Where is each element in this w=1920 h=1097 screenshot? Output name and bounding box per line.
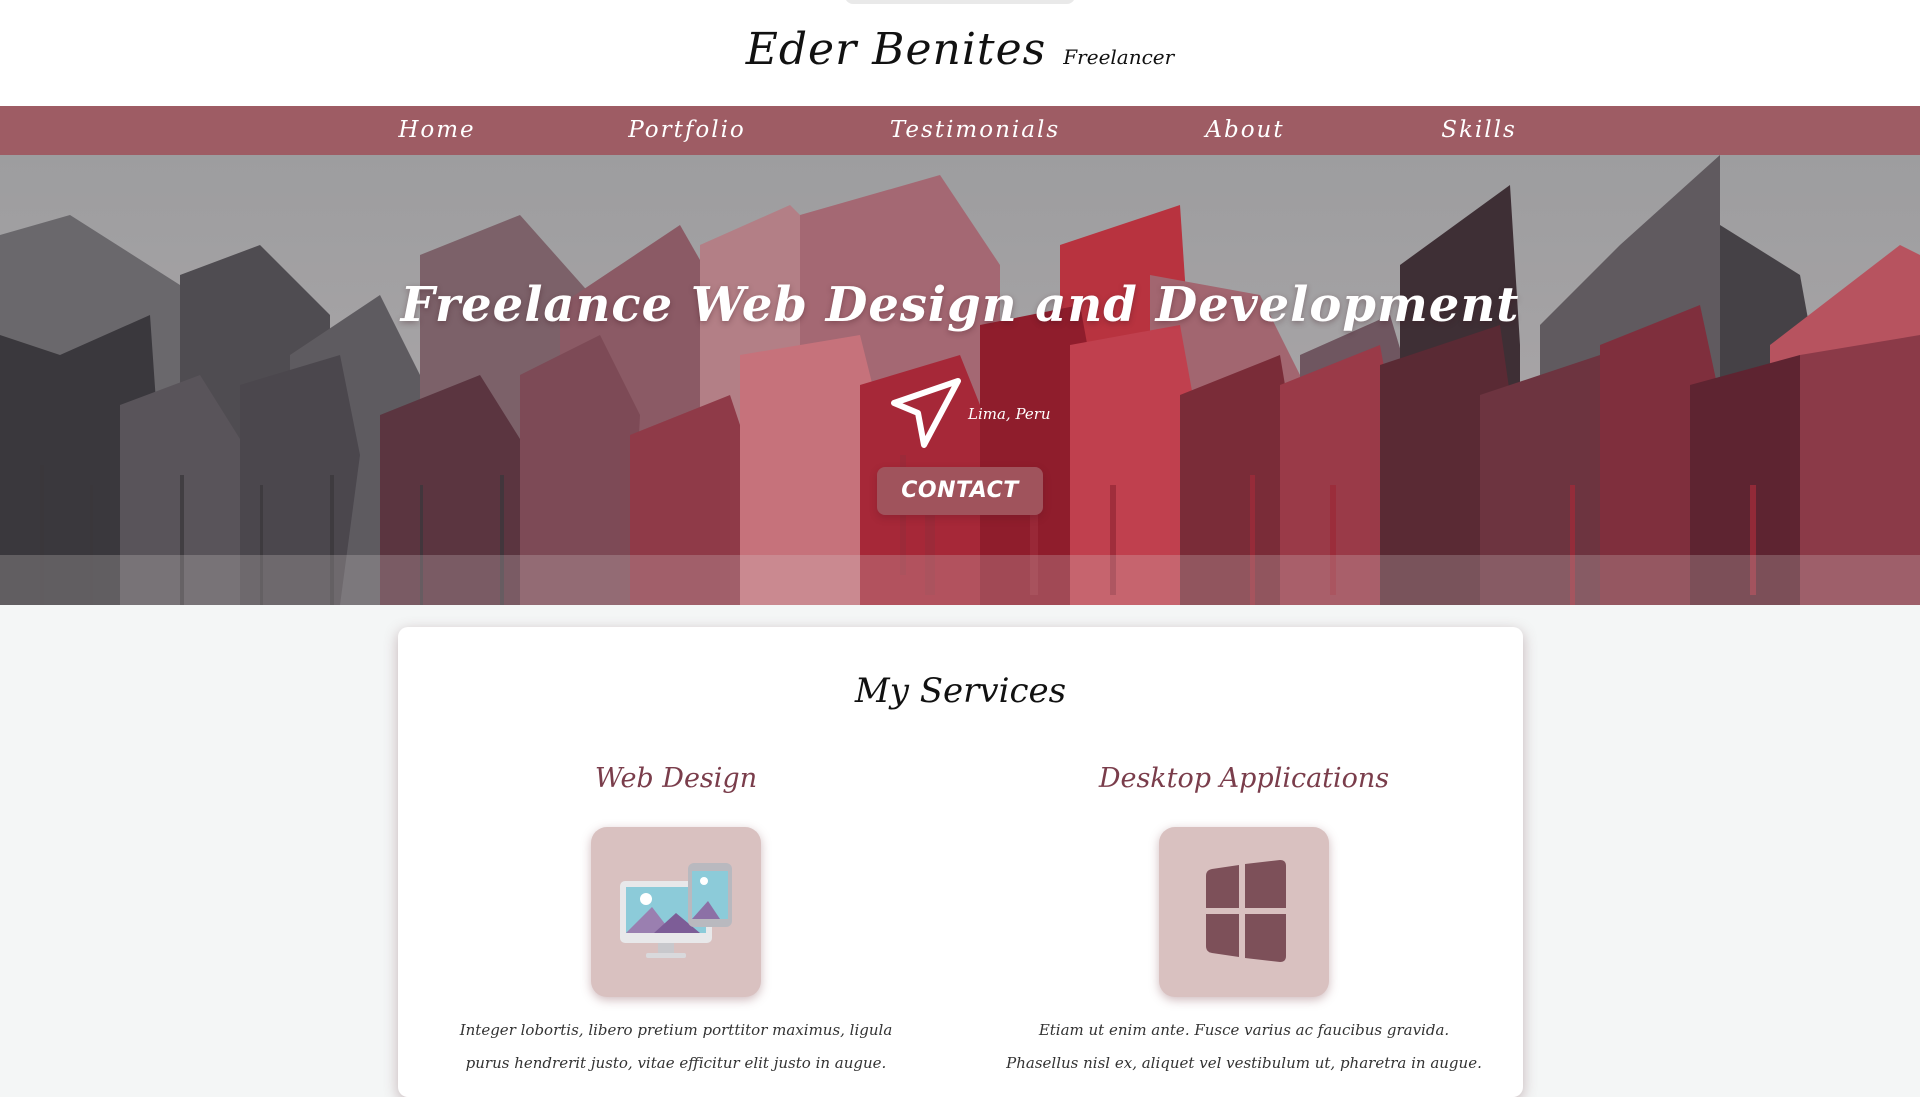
nav-item-about[interactable]: About xyxy=(1205,106,1284,155)
service-tile[interactable] xyxy=(591,827,761,997)
service-description: Etiam ut enim ante. Fusce varius ac fauc… xyxy=(1006,1021,1482,1072)
nav-item-home[interactable]: Home xyxy=(398,106,475,155)
service-description: Integer lobortis, libero pretium porttit… xyxy=(459,1021,893,1072)
location-text: Lima, Peru xyxy=(968,405,1051,423)
top-tab-decoration xyxy=(845,0,1075,4)
site-header: Eder Benites Freelancer xyxy=(0,0,1920,106)
main-nav: Home Portfolio Testimonials About Skills xyxy=(0,106,1920,155)
nav-item-testimonials[interactable]: Testimonials xyxy=(890,106,1060,155)
windows-icon xyxy=(1206,860,1286,962)
service-title: Desktop Applications xyxy=(1098,763,1390,794)
brand-role: Freelancer xyxy=(1063,45,1175,69)
brand[interactable]: Eder Benites Freelancer xyxy=(0,24,1920,75)
nav-item-portfolio[interactable]: Portfolio xyxy=(628,106,746,155)
hero-title: Freelance Web Design and Development xyxy=(400,277,1520,333)
location: Lima, Peru xyxy=(888,377,1051,453)
brand-name: Eder Benites xyxy=(745,24,1047,75)
contact-button[interactable]: CONTACT xyxy=(877,467,1043,515)
service-tile[interactable] xyxy=(1159,827,1329,997)
services-card: My Services Web Design Integer lobortis,… xyxy=(398,627,1523,1097)
paper-plane-icon xyxy=(891,378,961,448)
services-title: My Services xyxy=(854,671,1067,711)
hero-banner: Freelance Web Design and Development Lim… xyxy=(0,155,1920,605)
service-title: Web Design xyxy=(594,763,758,794)
devices-icon xyxy=(620,863,732,958)
nav-item-skills[interactable]: Skills xyxy=(1441,106,1517,155)
